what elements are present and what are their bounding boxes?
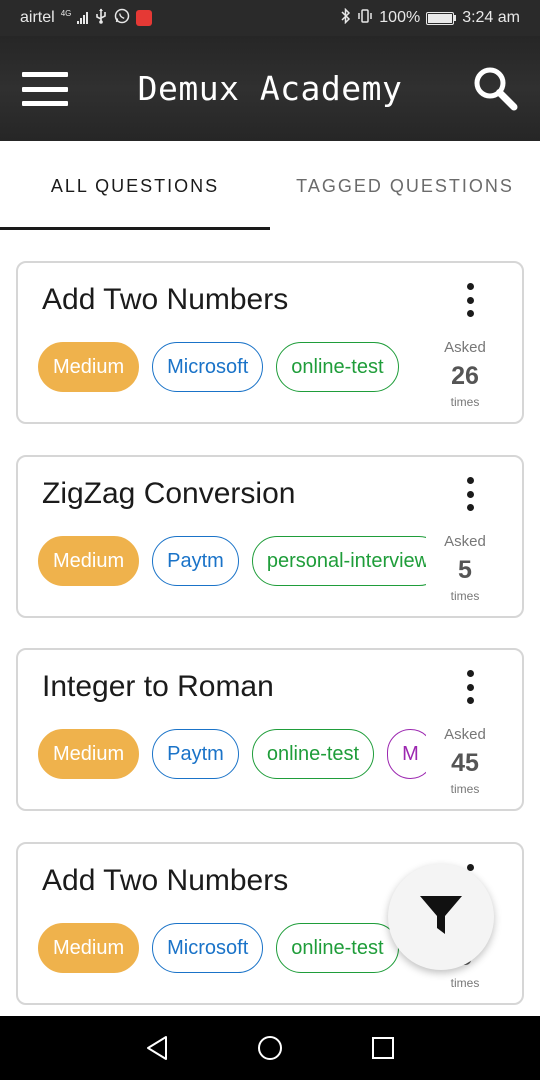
company-tag[interactable]: Paytm [152,729,239,779]
more-options-icon[interactable] [458,283,482,317]
tab-all-questions[interactable]: ALL QUESTIONS [0,141,270,231]
question-title: Add Two Numbers [42,864,289,897]
tab-bar: ALL QUESTIONS TAGGED QUESTIONS [0,141,540,231]
status-right: 100% 3:24 am [341,7,520,29]
asked-count: 5 [458,556,472,584]
category-tag[interactable]: online-test [276,342,399,392]
hamburger-menu-icon[interactable] [22,72,68,106]
tag-list: Medium Microsoft online-test [38,923,426,975]
signal-icon [77,12,89,24]
vibrate-icon [357,8,373,29]
asked-count: 45 [451,749,479,777]
asked-counter: Asked 5 times [438,533,492,603]
difficulty-tag[interactable]: Medium [38,923,140,973]
filter-icon [417,891,465,944]
whatsapp-icon [114,8,130,29]
back-icon[interactable] [137,1028,177,1068]
tag-list: Medium Paytm personal-interview [38,536,426,588]
asked-label: Asked [444,726,486,743]
company-tag[interactable]: Microsoft [152,342,264,392]
usb-icon [94,8,108,29]
category-tag[interactable]: online-test [276,923,399,973]
more-options-icon[interactable] [458,670,482,704]
battery-percent: 100% [379,9,421,26]
difficulty-tag[interactable]: Medium [38,729,140,779]
app-title: Demux Academy [137,69,403,108]
extra-tag[interactable]: M [387,729,426,779]
asked-label: Asked [444,533,486,550]
difficulty-tag[interactable]: Medium [38,536,140,586]
home-icon[interactable] [250,1028,290,1068]
category-tag[interactable]: personal-interview [251,536,426,586]
asked-counter: Asked 26 times [438,339,492,409]
company-tag[interactable]: Paytm [152,536,239,586]
carrier-name: airtel [20,9,55,26]
question-title: Integer to Roman [42,670,274,703]
times-label: times [450,782,480,796]
system-nav-bar [0,1016,540,1080]
app-notification-icon [136,10,153,26]
question-card[interactable]: ZigZag Conversion Medium Paytm personal-… [16,455,524,618]
status-bar: airtel 4G 100% 3:24 am [0,0,540,36]
filter-button[interactable] [388,864,494,970]
tab-tagged-questions[interactable]: TAGGED QUESTIONS [270,141,540,231]
asked-label: Asked [444,339,486,356]
asked-counter: Asked 45 times [438,726,492,796]
difficulty-tag[interactable]: Medium [38,342,140,392]
more-options-icon[interactable] [458,477,482,511]
clock: 3:24 am [462,9,520,26]
category-tag[interactable]: online-test [251,729,375,779]
recents-icon[interactable] [363,1028,403,1068]
question-card[interactable]: Add Two Numbers Medium Microsoft online-… [16,261,524,424]
asked-count: 26 [451,362,479,390]
search-icon[interactable] [470,64,520,114]
times-label: times [450,589,480,603]
app-bar: Demux Academy [0,36,540,141]
battery-icon [426,11,457,25]
question-title: Add Two Numbers [42,283,289,316]
bluetooth-icon [341,7,351,29]
tag-list: Medium Microsoft online-test [38,342,426,394]
network-type: 4G [60,9,72,18]
company-tag[interactable]: Microsoft [152,923,264,973]
tab-indicator [0,227,270,230]
question-title: ZigZag Conversion [42,477,296,510]
status-left: airtel 4G [20,8,153,29]
times-label: times [450,976,480,990]
times-label: times [450,395,480,409]
question-card[interactable]: Integer to Roman Medium Paytm online-tes… [16,648,524,811]
tag-list: Medium Paytm online-test M [38,729,426,781]
